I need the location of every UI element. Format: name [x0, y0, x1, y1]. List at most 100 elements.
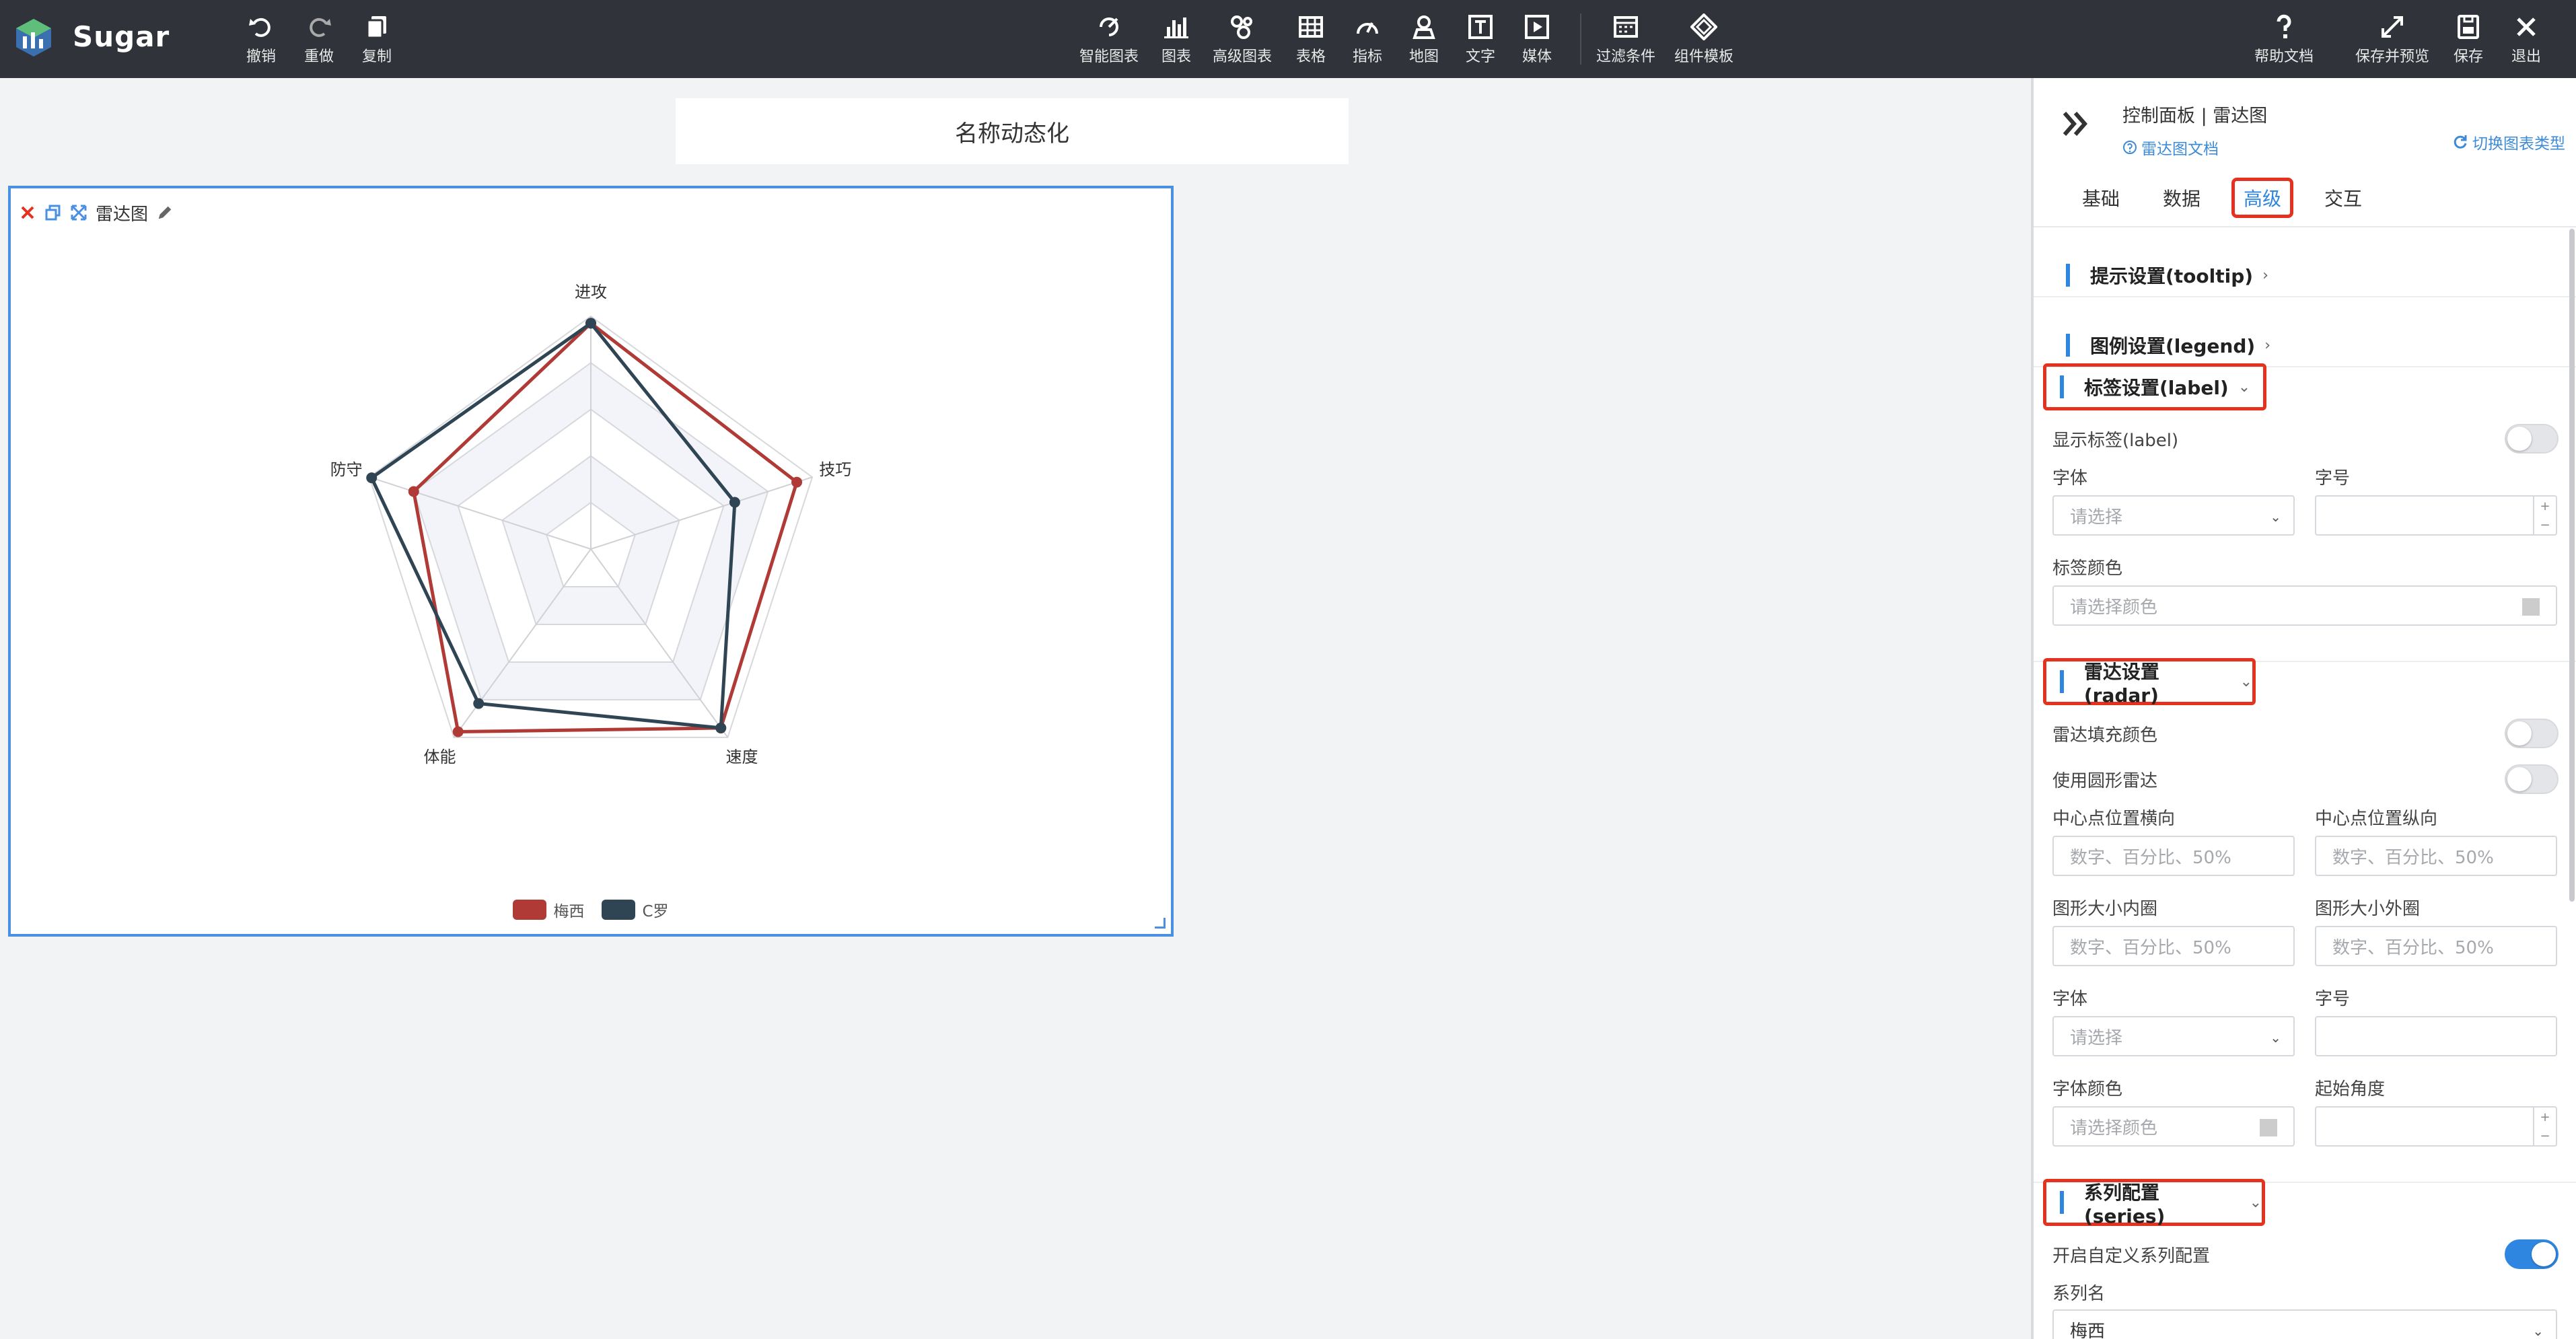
label-font-text: 字体	[2052, 468, 2088, 488]
custom-series-toggle[interactable]	[2505, 1239, 2559, 1269]
advanced-chart-icon	[1231, 15, 1252, 39]
radar-data-point	[791, 476, 803, 488]
legend-swatch-messi	[513, 900, 547, 920]
chevron-right-icon: ›	[2264, 336, 2271, 354]
tab-interaction[interactable]: 交互	[2303, 178, 2384, 218]
gauge-icon	[1357, 22, 1378, 34]
delete-card-icon[interactable]	[19, 204, 36, 221]
center-x-input[interactable]: 数字、百分比、50%	[2052, 836, 2295, 876]
panel-scrollbar[interactable]	[2569, 229, 2575, 902]
chart-button[interactable]: 图表	[1161, 13, 1191, 67]
radar-font-select[interactable]: 请选择 ⌄	[2052, 1016, 2295, 1056]
legend-item-messi[interactable]: 梅西	[513, 898, 584, 921]
resize-handle[interactable]	[1155, 918, 1166, 929]
label-color-picker[interactable]: 请选择颜色	[2052, 585, 2557, 626]
label-size-input[interactable]: + −	[2315, 495, 2557, 536]
legend-label-messi: 梅西	[553, 903, 585, 920]
map-button[interactable]: 地图	[1409, 13, 1439, 67]
tab-advanced[interactable]: 高级	[2231, 178, 2293, 218]
chevron-down-icon: ⌄	[2240, 673, 2252, 690]
fullscreen-card-icon[interactable]	[70, 204, 87, 221]
text-button[interactable]: 文字	[1466, 13, 1495, 67]
redo-button[interactable]: 重做	[304, 13, 334, 67]
section-radar[interactable]: 雷达设置(radar) ⌄	[2043, 658, 2256, 707]
chevron-right-icon: ›	[2262, 266, 2268, 284]
section-marker	[2060, 670, 2064, 693]
legend-swatch-cristiano	[602, 900, 636, 920]
collapse-panel-icon[interactable]	[2061, 108, 2093, 140]
smart-chart-icon	[1100, 17, 1118, 36]
start-angle-input[interactable]: + −	[2315, 1106, 2557, 1147]
radar-indicator-label: 速度	[726, 748, 758, 766]
toolbar-divider	[1580, 13, 1581, 65]
tab-basic[interactable]: 基础	[2061, 178, 2141, 218]
number-stepper[interactable]: + −	[2533, 1108, 2556, 1145]
radar-fill-color-toggle[interactable]	[2505, 719, 2559, 748]
card-header: 雷达图	[19, 199, 174, 226]
redo-icon	[310, 17, 331, 37]
section-series[interactable]: 系列配置(series) ⌄	[2043, 1179, 2265, 1227]
chevron-down-icon: ⌄	[2238, 378, 2251, 396]
outer-radius-text: 图形大小外圈	[2315, 899, 2421, 919]
radar-size-input[interactable]	[2315, 1016, 2557, 1056]
center-y-text: 中心点位置纵向	[2315, 809, 2438, 829]
save-preview-button[interactable]: 保存并预览	[2355, 13, 2429, 67]
radar-data-point	[473, 698, 485, 709]
switch-chart-type-link[interactable]: 切换图表类型	[2452, 131, 2565, 153]
filter-icon	[1614, 16, 1638, 38]
radar-data-point	[452, 726, 464, 737]
advanced-chart-button[interactable]: 高级图表	[1213, 13, 1272, 67]
label-font-select[interactable]: 请选择 ⌄	[2052, 495, 2295, 536]
section-marker	[2060, 375, 2064, 398]
center-y-input[interactable]: 数字、百分比、50%	[2315, 836, 2557, 876]
tab-data[interactable]: 数据	[2141, 178, 2222, 218]
section-legend[interactable]: 图例设置(legend) ›	[2052, 322, 2270, 369]
card-title: 雷达图	[96, 204, 149, 225]
smart-chart-button[interactable]: 智能图表	[1079, 13, 1139, 67]
filter-button[interactable]: 过滤条件	[1596, 13, 1655, 67]
circle-radar-toggle[interactable]	[2505, 764, 2559, 794]
section-label[interactable]: 标签设置(label) ⌄	[2043, 363, 2266, 410]
table-button[interactable]: 表格	[1296, 13, 1326, 67]
text-icon	[1468, 15, 1493, 39]
radar-data-point	[408, 486, 419, 497]
show-label-text: 显示标签(label)	[2052, 431, 2179, 451]
radar-size-text: 字号	[2315, 989, 2351, 1009]
radar-data-point	[715, 722, 727, 733]
chart-doc-link[interactable]: 雷达图文档	[2122, 136, 2219, 159]
template-button[interactable]: 组件模板	[1674, 13, 1733, 67]
radar-font-color-text: 字体颜色	[2052, 1079, 2123, 1099]
section-tooltip[interactable]: 提示设置(tooltip) ›	[2052, 252, 2268, 299]
metric-button[interactable]: 指标	[1353, 13, 1382, 67]
radar-indicator-label: 防守	[330, 460, 363, 479]
inner-radius-input[interactable]: 数字、百分比、50%	[2052, 926, 2295, 966]
undo-button[interactable]: 撤销	[246, 13, 276, 67]
edit-title-icon[interactable]	[156, 204, 174, 221]
series-name-select[interactable]: 梅西 ⌄	[2052, 1309, 2557, 1339]
save-button[interactable]: 保存	[2454, 13, 2483, 67]
panel-header: 控制面板 | 雷达图 雷达图文档 切换图表类型	[2061, 92, 2565, 159]
show-label-toggle[interactable]	[2505, 424, 2559, 454]
panel-tabs: 基础 数据 高级 交互	[2061, 178, 2384, 218]
outer-radius-input[interactable]: 数字、百分比、50%	[2315, 926, 2557, 966]
section-marker	[2066, 264, 2070, 287]
section-divider	[2034, 296, 2576, 297]
editor-canvas: 名称动态化 进攻 技巧 速度 体能 防守 雷达图 梅西 C罗	[0, 78, 2031, 1339]
close-icon	[2517, 17, 2536, 36]
tabs-divider	[2034, 226, 2576, 227]
media-button[interactable]: 媒体	[1522, 13, 1552, 67]
radar-chart-card[interactable]: 进攻 技巧 速度 体能 防守 雷达图 梅西 C罗	[8, 186, 1174, 937]
chevron-down-icon: ⌄	[2249, 1194, 2262, 1211]
radar-indicator-label: 技巧	[819, 460, 851, 479]
dashboard-title[interactable]: 名称动态化	[676, 98, 1349, 164]
radar-font-color-picker[interactable]: 请选择颜色	[2052, 1106, 2295, 1147]
chevron-down-icon: ⌄	[2270, 509, 2281, 525]
radar-data-point	[729, 497, 740, 508]
copy-button[interactable]: 复制	[362, 13, 392, 67]
legend-item-cristiano[interactable]: C罗	[602, 898, 669, 921]
number-stepper[interactable]: + −	[2533, 497, 2556, 534]
section-marker	[2066, 334, 2070, 357]
exit-button[interactable]: 退出	[2511, 13, 2541, 67]
duplicate-card-icon[interactable]	[44, 204, 62, 221]
help-button[interactable]: 帮助文档	[2254, 13, 2314, 67]
